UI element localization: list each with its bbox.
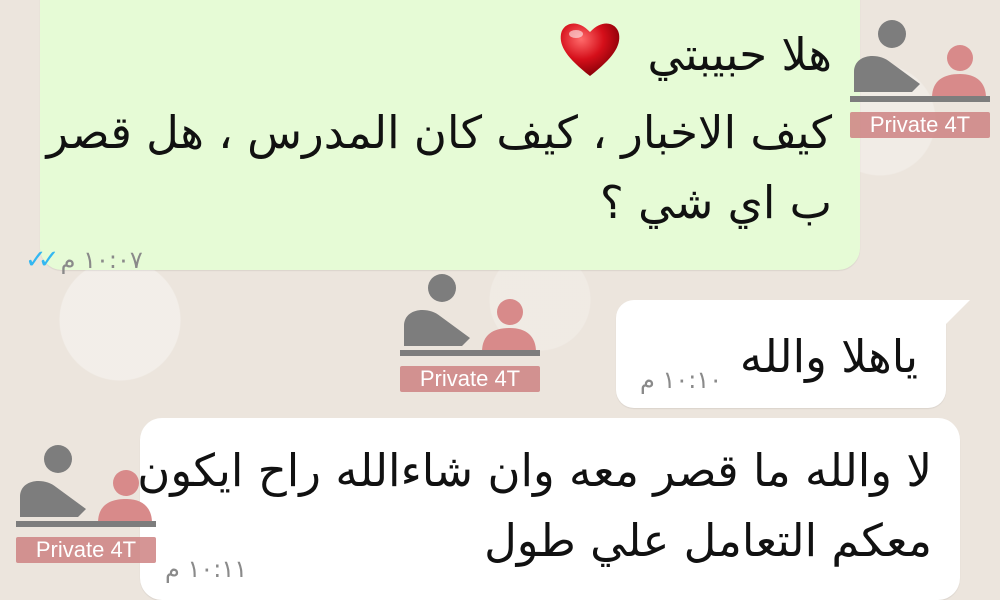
message-line: لا والله ما قصر معه وان شاءالله راح ايكو… bbox=[137, 444, 932, 497]
heart-icon bbox=[557, 18, 623, 98]
message-meta: ✓✓ ١٠:٠٧ م bbox=[25, 245, 143, 275]
message-meta: ١٠:١٠ م bbox=[640, 366, 722, 394]
message-time: ١٠:١١ م bbox=[165, 555, 248, 583]
watermark-label: Private 4T bbox=[16, 537, 156, 563]
message-line: هلا حبيبتي bbox=[68, 18, 832, 98]
private-tutor-logo-icon bbox=[400, 274, 540, 356]
watermark-label: Private 4T bbox=[850, 112, 990, 138]
watermark-label: Private 4T bbox=[400, 366, 540, 392]
private-tutor-logo-icon bbox=[16, 445, 156, 527]
watermark: Private 4T bbox=[16, 443, 166, 563]
watermark: Private 4T bbox=[850, 18, 1000, 138]
private-tutor-logo-icon bbox=[850, 20, 990, 102]
message-meta: ١٠:١١ م bbox=[165, 555, 247, 583]
incoming-message-bubble[interactable]: لا والله ما قصر معه وان شاءالله راح ايكو… bbox=[137, 418, 960, 600]
watermark: Private 4T bbox=[400, 272, 550, 392]
message-text: هلا حبيبتي bbox=[647, 28, 832, 81]
double-check-read-icon: ✓✓ bbox=[25, 245, 59, 275]
message-line: كيف الاخبار ، كيف كان المدرس ، هل قصر bbox=[46, 106, 832, 159]
message-line: معكم التعامل علي طول bbox=[484, 514, 932, 567]
message-line: ب اي شي ؟ bbox=[599, 176, 832, 229]
message-time: ١٠:٠٧ م bbox=[60, 246, 143, 274]
outgoing-message-bubble[interactable]: هلا حبيبتي كيف الاخبار ، كيف كان المدرس … bbox=[40, 0, 860, 270]
bubble-tail bbox=[946, 300, 970, 324]
message-time: ١٠:١٠ م bbox=[640, 366, 723, 394]
